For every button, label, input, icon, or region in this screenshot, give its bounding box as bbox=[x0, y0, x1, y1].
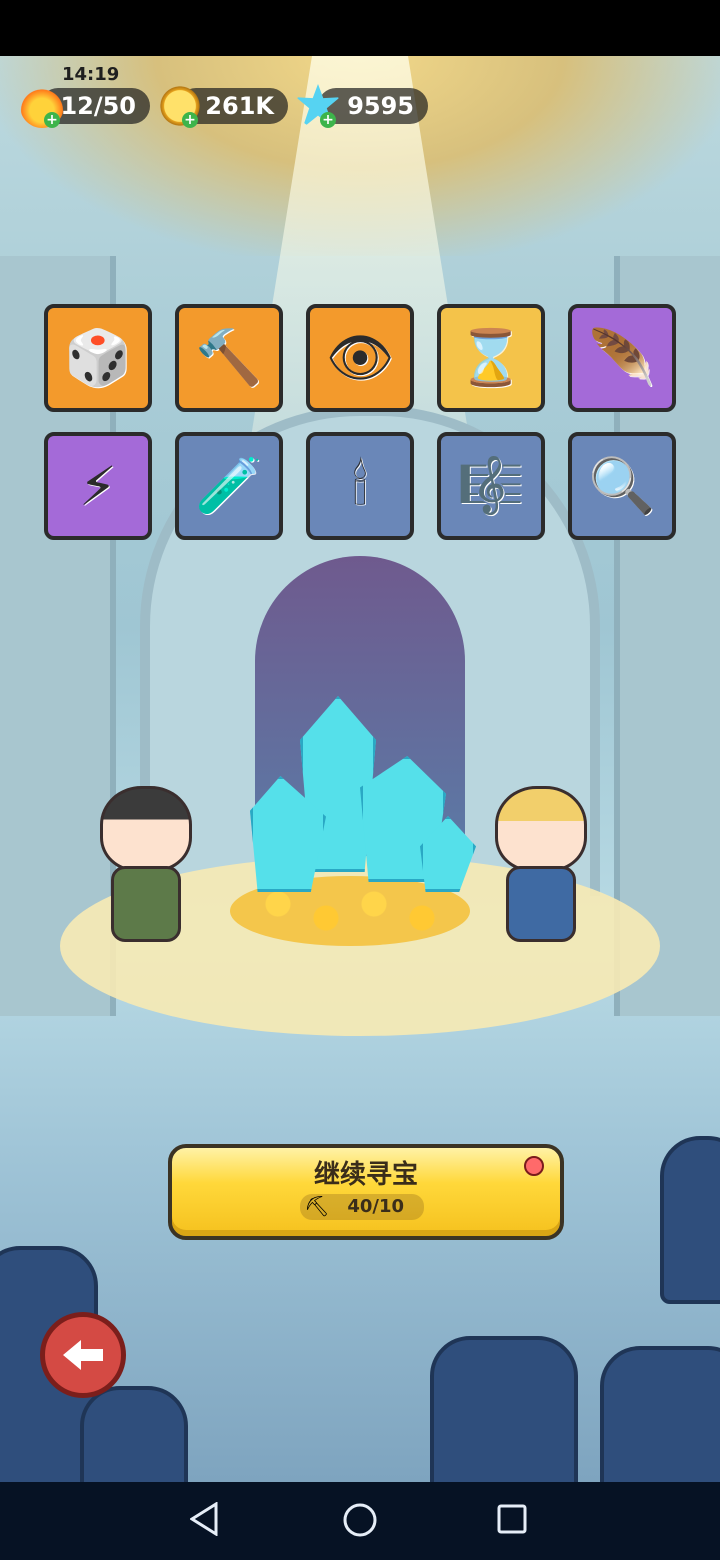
rock bbox=[600, 1346, 720, 1482]
rock bbox=[430, 1336, 578, 1482]
hero-body bbox=[506, 866, 576, 942]
relic-slot-10[interactable]: 🔍 bbox=[568, 432, 676, 540]
hourglass-vase-icon: ⌛ bbox=[457, 326, 525, 389]
hero-head bbox=[100, 786, 192, 872]
miner-hero-left bbox=[100, 786, 192, 942]
notification-dot bbox=[524, 1156, 544, 1176]
hammer-icon: 🔨 bbox=[195, 326, 263, 389]
resource-hud: 14:19 12/50 + 261K + 9595 + bbox=[0, 56, 720, 146]
add-gold-icon[interactable]: + bbox=[182, 112, 198, 128]
nav-back-icon[interactable] bbox=[189, 1501, 218, 1537]
back-button[interactable] bbox=[40, 1312, 126, 1398]
phoenix-feather-icon: 🪶 bbox=[588, 326, 656, 389]
hero-body bbox=[111, 866, 181, 942]
magnifier-icon: 🔍 bbox=[588, 454, 656, 517]
miner-hero-right bbox=[495, 786, 587, 942]
relic-slot-2[interactable]: 🔨 bbox=[175, 304, 283, 412]
clock: 14:19 bbox=[62, 64, 120, 85]
candle-icon: 🕯 bbox=[352, 454, 368, 517]
d20-dice-icon: 🎲 bbox=[64, 326, 132, 389]
relic-slot-1[interactable]: 🎲 bbox=[44, 304, 152, 412]
nav-recent-apps-icon[interactable] bbox=[497, 1504, 527, 1534]
pickaxe-icon: ⛏ bbox=[304, 1194, 330, 1218]
rock bbox=[660, 1136, 720, 1304]
relic-slot-3[interactable]: 👁 bbox=[306, 304, 414, 412]
add-gem-icon[interactable]: + bbox=[320, 112, 336, 128]
relic-slot-6[interactable]: ⚡ bbox=[44, 432, 152, 540]
potion-vial-icon: 🧪 bbox=[195, 454, 263, 517]
relic-slot-8[interactable]: 🕯 bbox=[306, 432, 414, 540]
status-bar bbox=[0, 0, 720, 56]
relic-slot-5[interactable]: 🪶 bbox=[568, 304, 676, 412]
nav-home-icon[interactable] bbox=[342, 1502, 378, 1538]
cave-scene bbox=[0, 56, 720, 1482]
hero-head bbox=[495, 786, 587, 872]
relic-slot-7[interactable]: 🧪 bbox=[175, 432, 283, 540]
add-energy-icon[interactable]: + bbox=[44, 112, 60, 128]
lyre-icon: 🎼 bbox=[457, 454, 525, 517]
continue-treasure-hunt-button[interactable]: 继续寻宝 40/10 ⛏ bbox=[168, 1144, 564, 1240]
game-screen: 14:19 12/50 + 261K + 9595 + 🎲 🔨 👁 ⌛ 🪶 ⚡ … bbox=[0, 0, 720, 1560]
back-arrow-icon bbox=[63, 1340, 103, 1370]
continue-button-label: 继续寻宝 bbox=[313, 1160, 418, 1190]
relic-slot-9[interactable]: 🎼 bbox=[437, 432, 545, 540]
lightning-scroll-icon: ⚡ bbox=[79, 454, 117, 518]
eye-tome-icon: 👁 bbox=[325, 326, 395, 389]
relic-slot-4[interactable]: ⌛ bbox=[437, 304, 545, 412]
rock bbox=[80, 1386, 188, 1482]
